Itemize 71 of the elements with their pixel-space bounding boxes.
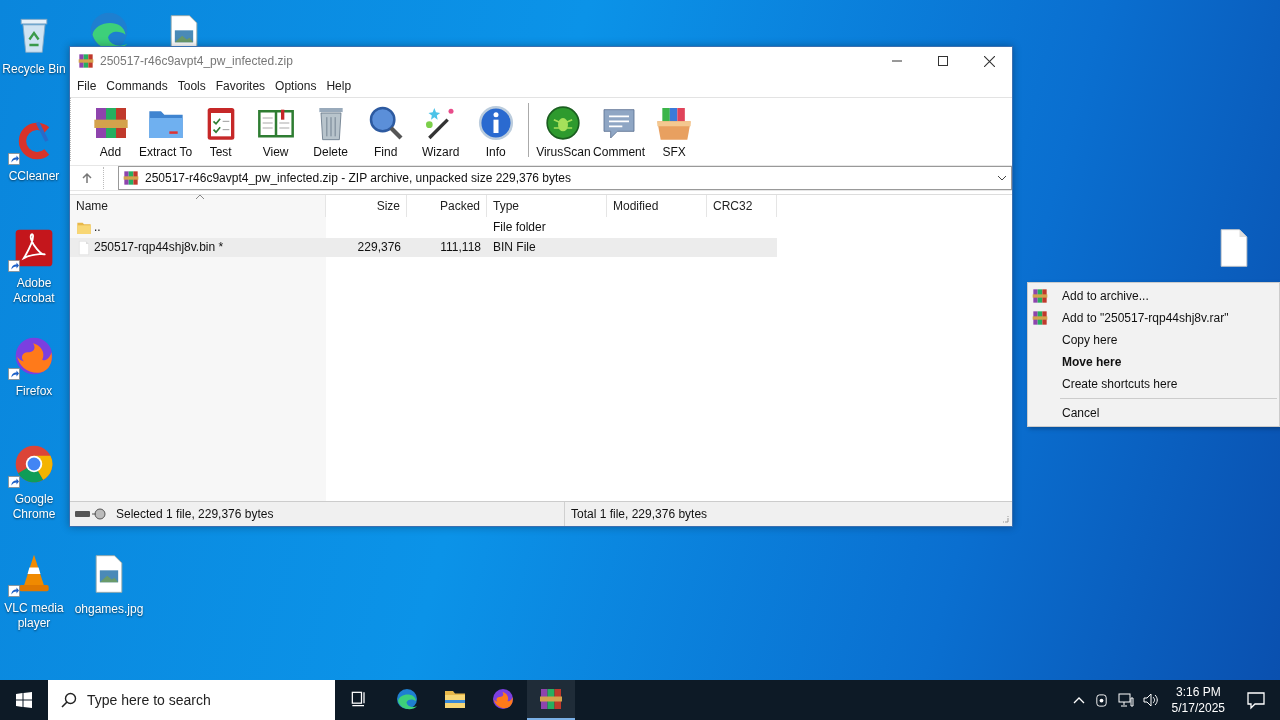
column-header[interactable]: CRC32	[707, 195, 777, 217]
toolbar-button[interactable]: Extract To	[138, 103, 194, 159]
toolbar-button[interactable]: VirusScan	[535, 103, 592, 159]
status-text: Selected 1 file, 229,376 bytes	[116, 507, 275, 521]
network-icon[interactable]	[1117, 692, 1134, 708]
search-field[interactable]: Type here to search	[48, 680, 335, 720]
desktop-icon-label[interactable]: Google Chrome	[0, 492, 68, 522]
column-header[interactable]: Name	[70, 195, 326, 217]
menu-item[interactable]: Add to "250517-rqp44shj8v.rar"	[1028, 307, 1279, 329]
menu-item[interactable]: File	[72, 79, 102, 93]
meeting-icon[interactable]	[1093, 692, 1109, 708]
menu-item[interactable]: Cancel	[1028, 402, 1279, 424]
file-icon	[76, 239, 92, 256]
toolbar-button[interactable]: Find	[358, 103, 414, 159]
address-field[interactable]: 250517-r46c9avpt4_pw_infected.zip - ZIP archive, unpacked size 229,376 bytes	[118, 166, 1012, 190]
column-header[interactable]: Size	[326, 195, 407, 217]
up-arrow-icon	[80, 172, 93, 184]
books-icon	[123, 170, 139, 186]
menu-item[interactable]: Favorites	[210, 79, 271, 93]
globe-icon	[491, 687, 515, 711]
windows-logo-icon	[16, 692, 32, 708]
table-cell-text: 229,376	[357, 239, 401, 256]
desktop-icon-label[interactable]: Recycle Bin	[2, 62, 66, 77]
speaker-icon[interactable]	[1142, 692, 1159, 708]
status-text: Total 1 file, 229,376 bytes	[571, 507, 709, 521]
table-cell-text: BIN File	[493, 239, 536, 256]
chevron-down-icon[interactable]	[997, 173, 1007, 183]
close-icon	[983, 55, 995, 67]
books-icon	[539, 687, 563, 711]
toolbar-button[interactable]: View	[248, 103, 304, 159]
desktop-icon-label[interactable]: VLC media player	[0, 601, 68, 631]
table-cell-text: ..	[94, 219, 101, 236]
toolbar-button[interactable]: Delete	[303, 103, 359, 159]
toolbar-button[interactable]: Add	[83, 103, 138, 159]
clock[interactable]: 3:16 PM 5/17/2025	[1171, 684, 1225, 716]
file-row[interactable]: .. File folder	[70, 218, 777, 237]
table-cell-text: 250517-rqp44shj8v.bin *	[94, 239, 224, 256]
column-header[interactable]: Modified	[607, 195, 707, 217]
menu-item[interactable]: Options	[270, 79, 322, 93]
resize-grip-icon[interactable]	[1001, 515, 1009, 523]
desktop-icon-label[interactable]: CCleaner	[8, 169, 60, 184]
menu-item[interactable]: Add to archive...	[1028, 285, 1279, 307]
table-cell-text: 111,118	[440, 239, 481, 256]
column-header[interactable]: Type	[487, 195, 607, 217]
column-header[interactable]: Packed	[407, 195, 487, 217]
wave-icon	[395, 687, 419, 711]
notification-icon[interactable]	[1246, 690, 1266, 710]
menu-item[interactable]: Commands	[101, 79, 173, 93]
menu-item[interactable]: Copy here	[1028, 329, 1279, 351]
books-icon	[1032, 288, 1048, 304]
menu-item[interactable]: Tools	[172, 79, 211, 93]
table-cell-text: File folder	[493, 219, 546, 236]
maximize-icon	[938, 56, 948, 66]
menu-item[interactable]: Move here	[1028, 351, 1279, 373]
toolbar-button[interactable]: Wizard	[413, 103, 469, 159]
desktop-icon-label[interactable]: Adobe Acrobat	[0, 276, 68, 306]
books-icon	[78, 53, 94, 69]
toolbar-button[interactable]: Test	[193, 103, 249, 159]
window-title: 250517-r46c9avpt4_pw_infected.zip	[100, 54, 294, 68]
chevron-up-icon[interactable]	[1072, 696, 1085, 704]
taskbar-app-button[interactable]	[527, 680, 575, 720]
toolbar-button[interactable]: SFX	[646, 103, 702, 159]
drive-icon	[74, 508, 108, 520]
menu-item[interactable]: Create shortcuts here	[1028, 373, 1279, 395]
books-icon	[1032, 310, 1048, 326]
toolbar-button[interactable]: Comment	[591, 103, 647, 159]
file-row[interactable]: 250517-rqp44shj8v.bin * 229,376 111,118 BIN File	[70, 238, 777, 257]
menu-item[interactable]: Help	[321, 79, 357, 93]
toolbar-button[interactable]: Info	[468, 103, 524, 159]
desktop-icon-label[interactable]: Firefox	[15, 384, 53, 399]
desktop-icon-label[interactable]: ohgames.jpg	[74, 602, 144, 617]
